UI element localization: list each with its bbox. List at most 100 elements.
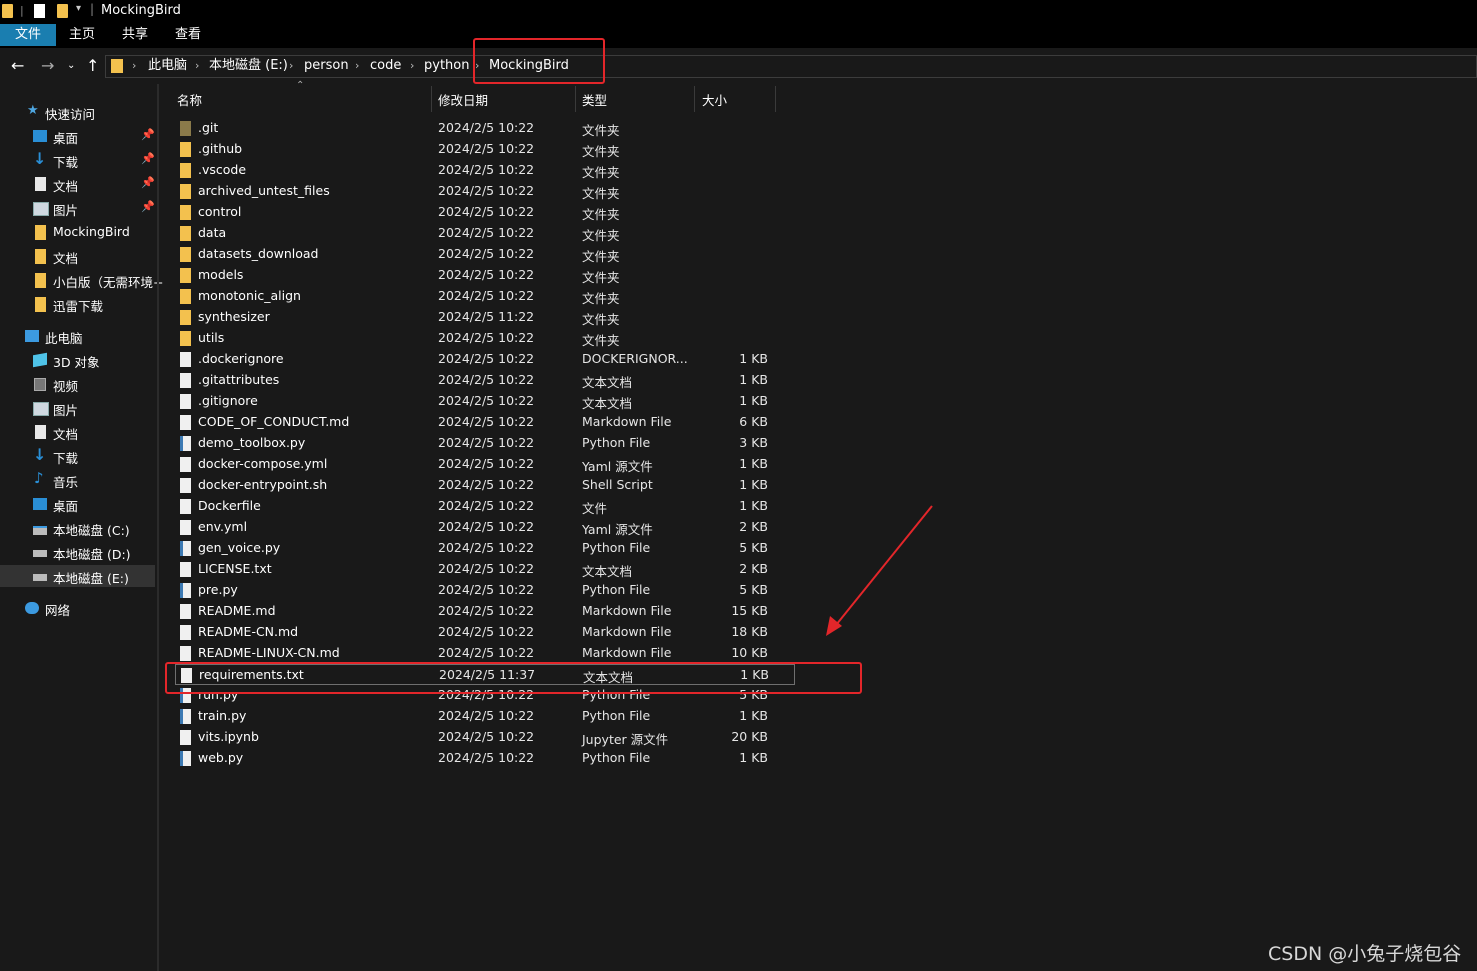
sidebar-item-documents[interactable]: 文档 📌: [0, 173, 155, 195]
file-row[interactable]: README.md 2024/2/5 10:22 Markdown File 15 K…: [175, 601, 795, 622]
sidebar-this-pc[interactable]: 此电脑: [0, 325, 155, 347]
sidebar-item-pictures-pc[interactable]: 图片: [0, 397, 155, 419]
breadcrumb-python[interactable]: python: [424, 57, 469, 75]
file-name: .gitignore: [198, 393, 258, 408]
file-name: utils: [198, 330, 225, 345]
file-icon: [180, 625, 191, 640]
file-row[interactable]: gen_voice.py 2024/2/5 10:22 Python File 5 K…: [175, 538, 795, 559]
breadcrumb-person[interactable]: person: [304, 57, 349, 75]
file-row[interactable]: demo_toolbox.py 2024/2/5 10:22 Python File…: [175, 433, 795, 454]
file-name: Dockerfile: [198, 498, 261, 513]
folder-icon: [180, 184, 191, 199]
file-row[interactable]: .dockerignore 2024/2/5 10:22 DOCKERIGNOR..…: [175, 349, 795, 370]
folder-icon: [2, 4, 13, 18]
file-row[interactable]: archived_untest_files 2024/2/5 10:22 文件夹: [175, 181, 795, 202]
column-divider[interactable]: [694, 86, 695, 112]
column-divider[interactable]: [431, 86, 432, 112]
sidebar-label: 本地磁盘 (D:): [53, 547, 131, 562]
tab-home[interactable]: 主页: [62, 24, 102, 46]
sidebar-item-mockingbird[interactable]: MockingBird: [0, 221, 155, 243]
breadcrumb-code[interactable]: code: [370, 57, 401, 75]
file-size: 1 KB: [739, 498, 768, 513]
tab-view[interactable]: 查看: [168, 24, 208, 46]
sidebar-quick-access[interactable]: ★ 快速访问: [0, 101, 155, 123]
file-row[interactable]: vits.ipynb 2024/2/5 10:22 Jupyter 源文件 20 KB: [175, 727, 795, 748]
sidebar-item-desktop-pc[interactable]: 桌面: [0, 493, 155, 515]
up-icon[interactable]: ↑: [86, 55, 99, 77]
file-row[interactable]: train.py 2024/2/5 10:22 Python File 1 KB: [175, 706, 795, 727]
file-row[interactable]: .gitattributes 2024/2/5 10:22 文本文档 1 KB: [175, 370, 795, 391]
back-icon[interactable]: ←: [11, 55, 24, 77]
file-type: 文本文档: [582, 396, 633, 411]
recent-chevron-icon[interactable]: ⌄: [67, 55, 75, 77]
sidebar-item-drive-c[interactable]: 本地磁盘 (C:): [0, 517, 155, 539]
sidebar-item-3d-objects[interactable]: 3D 对象: [0, 349, 155, 371]
column-header-size[interactable]: 大小: [702, 90, 727, 109]
sidebar-item-drive-d[interactable]: 本地磁盘 (D:): [0, 541, 155, 563]
file-row[interactable]: control 2024/2/5 10:22 文件夹: [175, 202, 795, 223]
file-date: 2024/2/5 10:22: [438, 540, 535, 555]
pane-splitter[interactable]: [157, 84, 159, 971]
chevron-down-icon[interactable]: ▾: [76, 3, 81, 14]
file-date: 2024/2/5 10:22: [438, 519, 535, 534]
forward-icon[interactable]: →: [41, 55, 54, 77]
column-divider[interactable]: [775, 86, 776, 112]
file-row[interactable]: Dockerfile 2024/2/5 10:22 文件 1 KB: [175, 496, 795, 517]
sidebar-item-videos[interactable]: 视频: [0, 373, 155, 395]
file-row[interactable]: README-LINUX-CN.md 2024/2/5 10:22 Markdown…: [175, 643, 795, 664]
breadcrumb-this-pc[interactable]: 此电脑: [148, 57, 187, 75]
file-row[interactable]: docker-entrypoint.sh 2024/2/5 10:22 Shell …: [175, 475, 795, 496]
breadcrumb-drive-e[interactable]: 本地磁盘 (E:): [209, 57, 288, 75]
file-row[interactable]: docker-compose.yml 2024/2/5 10:22 Yaml 源文件…: [175, 454, 795, 475]
file-row[interactable]: data 2024/2/5 10:22 文件夹: [175, 223, 795, 244]
sidebar-item-downloads-pc[interactable]: ↓ 下载: [0, 445, 155, 467]
file-row[interactable]: datasets_download 2024/2/5 10:22 文件夹: [175, 244, 795, 265]
file-row[interactable]: synthesizer 2024/2/5 11:22 文件夹: [175, 307, 795, 328]
sidebar-item-drive-e[interactable]: 本地磁盘 (E:): [0, 565, 155, 587]
file-row[interactable]: models 2024/2/5 10:22 文件夹: [175, 265, 795, 286]
file-size: 6 KB: [739, 414, 768, 429]
file-name: README-LINUX-CN.md: [198, 645, 340, 660]
file-row[interactable]: pre.py 2024/2/5 10:22 Python File 5 KB: [175, 580, 795, 601]
file-row[interactable]: env.yml 2024/2/5 10:22 Yaml 源文件 2 KB: [175, 517, 795, 538]
new-folder-icon[interactable]: [57, 4, 68, 18]
file-row[interactable]: CODE_OF_CONDUCT.md 2024/2/5 10:22 Markdown…: [175, 412, 795, 433]
tab-file[interactable]: 文件: [0, 24, 56, 46]
file-row[interactable]: .github 2024/2/5 10:22 文件夹: [175, 139, 795, 160]
file-date: 2024/2/5 10:22: [438, 246, 535, 261]
column-header-date[interactable]: 修改日期: [438, 90, 488, 109]
breadcrumb-chevron-icon[interactable]: ›: [289, 57, 293, 75]
breadcrumb-chevron-icon[interactable]: ›: [410, 57, 414, 75]
sidebar-item-documents-pc[interactable]: 文档: [0, 421, 155, 443]
breadcrumb-chevron-icon[interactable]: ›: [195, 57, 199, 75]
file-row[interactable]: .gitignore 2024/2/5 10:22 文本文档 1 KB: [175, 391, 795, 412]
file-row[interactable]: monotonic_align 2024/2/5 10:22 文件夹: [175, 286, 795, 307]
file-row[interactable]: utils 2024/2/5 10:22 文件夹: [175, 328, 795, 349]
file-row[interactable]: LICENSE.txt 2024/2/5 10:22 文本文档 2 KB: [175, 559, 795, 580]
column-header-name[interactable]: 名称: [177, 90, 202, 109]
file-icon: [180, 646, 191, 661]
sidebar-item-xiaobai[interactable]: 小白版（无需环境+: [0, 269, 163, 291]
breadcrumb-chevron-icon[interactable]: ›: [132, 57, 136, 75]
column-divider[interactable]: [575, 86, 576, 112]
sidebar-item-xunlei[interactable]: 迅雷下载: [0, 293, 155, 315]
tab-share[interactable]: 共享: [115, 24, 155, 46]
annotation-box-address: [473, 38, 605, 84]
file-row[interactable]: README-CN.md 2024/2/5 10:22 Markdown File 1…: [175, 622, 795, 643]
sidebar-label: 图片: [53, 203, 79, 218]
file-row[interactable]: .vscode 2024/2/5 10:22 文件夹: [175, 160, 795, 181]
sidebar-label: 网络: [45, 603, 71, 618]
sidebar-label: 文档: [53, 427, 79, 442]
breadcrumb-chevron-icon[interactable]: ›: [355, 57, 359, 75]
sidebar-item-pictures[interactable]: 图片 📌: [0, 197, 155, 219]
sidebar-item-desktop[interactable]: 桌面 📌: [0, 125, 155, 147]
file-row[interactable]: web.py 2024/2/5 10:22 Python File 1 KB: [175, 748, 795, 769]
sidebar-item-music[interactable]: ♪ 音乐: [0, 469, 155, 491]
sidebar-item-downloads[interactable]: ↓ 下载 📌: [0, 149, 155, 171]
ribbon-tabs: 文件 主页 共享 查看: [0, 24, 1477, 48]
properties-icon[interactable]: [34, 4, 45, 18]
sidebar-item-docs-folder[interactable]: 文档: [0, 245, 155, 267]
column-header-type[interactable]: 类型: [582, 90, 607, 109]
file-row[interactable]: .git 2024/2/5 10:22 文件夹: [175, 118, 795, 139]
sidebar-network[interactable]: 网络: [0, 597, 155, 619]
